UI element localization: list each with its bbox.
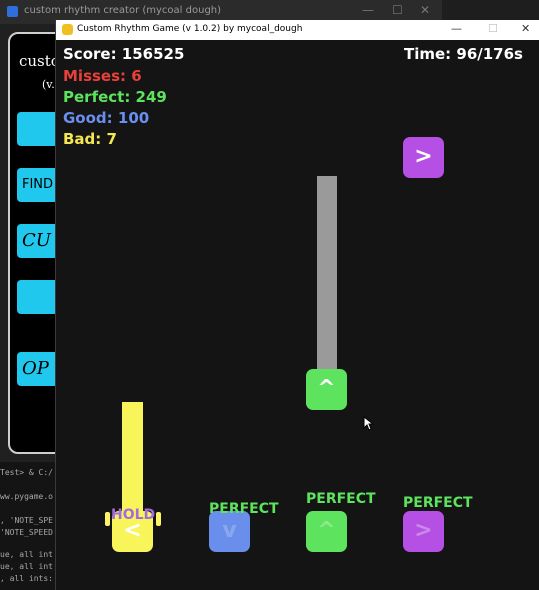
- game-canvas[interactable]: Score: 156525 Misses: 6 Perfect: 249 Goo…: [56, 40, 539, 590]
- hold-judgement: HOLD: [111, 507, 156, 523]
- terminal-line: ww.pygame.o: [0, 492, 53, 501]
- creator-version: (v.: [42, 78, 55, 91]
- creator-title: custo: [19, 52, 60, 70]
- hold-tick-right: [156, 512, 161, 526]
- falling-note-up: ^: [306, 369, 347, 410]
- receptor-right: >: [403, 511, 444, 552]
- maximize-icon[interactable]: ☐: [488, 22, 498, 35]
- bad-count-text: Bad: 7: [63, 130, 117, 148]
- close-icon[interactable]: ✕: [521, 22, 530, 35]
- app-icon: [7, 6, 18, 17]
- background-window-title: custom rhythm creator (mycoal dough): [24, 5, 222, 16]
- judgement-down: PERFECT: [209, 501, 279, 517]
- mouse-cursor-icon: [363, 416, 373, 431]
- judgement-up: PERFECT: [306, 491, 376, 507]
- score-text: Score: 156525: [63, 45, 185, 63]
- good-count-text: Good: 100: [63, 109, 150, 127]
- hold-note-trail-up: [317, 176, 337, 372]
- terminal-line: Test> & C:/: [0, 468, 53, 477]
- terminal-line: , all ints:: [0, 574, 53, 583]
- misses-text: Misses: 6: [63, 67, 142, 85]
- perfect-count-text: Perfect: 249: [63, 88, 167, 106]
- terminal-line: ue, all int: [0, 562, 53, 571]
- game-titlebar[interactable]: Custom Rhythm Game (v 1.0.2) by mycoal_d…: [56, 20, 539, 40]
- terminal-line: 'NOTE_SPEED: [0, 528, 53, 537]
- falling-note-right: >: [403, 137, 444, 178]
- terminal-line: ue, all int: [0, 550, 53, 559]
- receptor-down: v: [209, 511, 250, 552]
- judgement-right: PERFECT: [403, 495, 473, 511]
- close-icon[interactable]: ✕: [420, 3, 430, 17]
- hold-tick-left: [105, 512, 110, 526]
- game-window: Custom Rhythm Game (v 1.0.2) by mycoal_d…: [55, 20, 539, 590]
- time-text: Time: 96/176s: [404, 45, 523, 63]
- pygame-icon: [62, 24, 73, 35]
- terminal: Test> & C:/ ww.pygame.o , 'NOTE_SPE 'NOT…: [0, 462, 60, 590]
- game-window-title: Custom Rhythm Game (v 1.0.2) by mycoal_d…: [77, 24, 303, 34]
- receptor-up: ^: [306, 511, 347, 552]
- minimize-icon[interactable]: —: [362, 3, 374, 17]
- terminal-line: , 'NOTE_SPE: [0, 516, 53, 525]
- minimize-icon[interactable]: —: [451, 22, 462, 35]
- maximize-icon[interactable]: ☐: [392, 3, 403, 17]
